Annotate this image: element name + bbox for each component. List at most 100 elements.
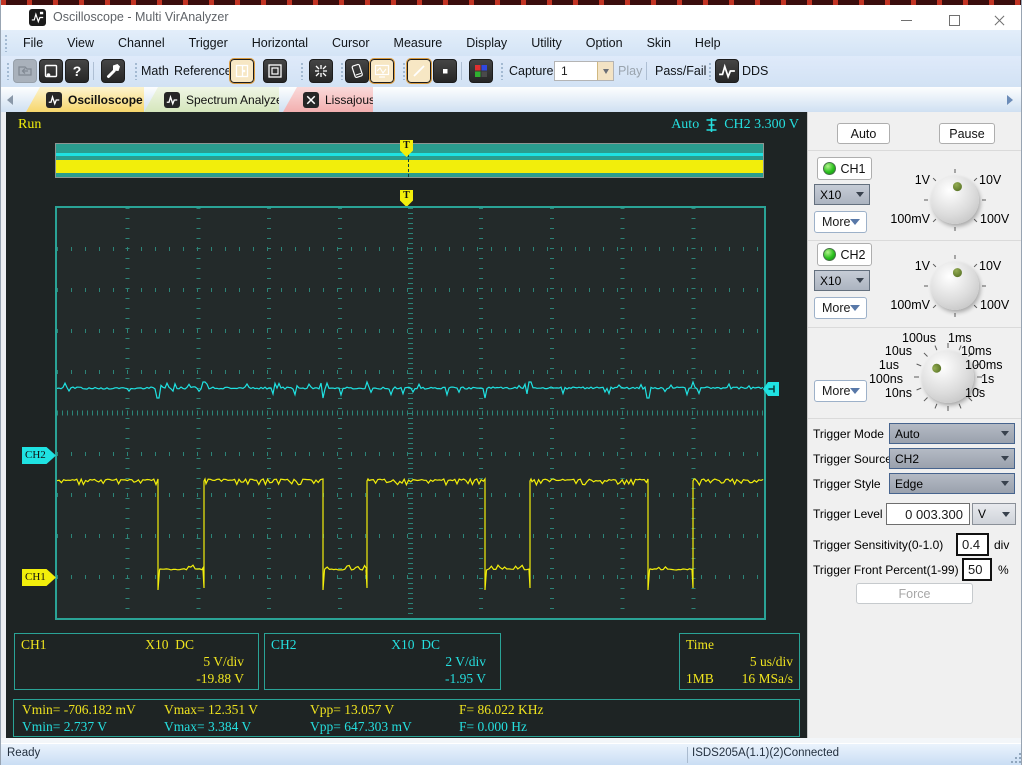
time-label-10ms: 10ms — [961, 344, 992, 358]
ch2-ground-marker[interactable]: CH2 — [22, 447, 56, 464]
menu-cursor[interactable]: Cursor — [320, 30, 382, 56]
toolbar-grip — [4, 34, 8, 52]
menu-display[interactable]: Display — [454, 30, 519, 56]
toolbar: ? Math Reference Capture 1 Play Pass/Fai… — [1, 56, 1021, 87]
ch2-probe: X10 — [391, 637, 415, 652]
reference-button[interactable]: Reference — [174, 56, 232, 87]
tab-oscilloscope[interactable]: Oscilloscope — [26, 87, 144, 112]
tab-lissajous[interactable]: Lissajous — [283, 87, 373, 112]
menu-help[interactable]: Help — [683, 30, 733, 56]
trigger-level-marker[interactable] — [763, 381, 779, 397]
device-icon[interactable] — [345, 59, 369, 83]
pause-button[interactable]: Pause — [939, 123, 995, 144]
app-icon — [29, 9, 46, 26]
auto-button[interactable]: Auto — [837, 123, 890, 144]
divider — [687, 747, 688, 763]
tab-label: Lissajous — [325, 92, 376, 107]
ch1-vmin: Vmin= -706.182 mV — [22, 702, 136, 717]
tab-spectrum-analyzer[interactable]: Spectrum Analyzer — [144, 87, 279, 112]
split-view-icon[interactable] — [229, 58, 255, 84]
toolbar-grip — [6, 62, 10, 80]
palette-icon[interactable] — [469, 59, 493, 83]
ch1-more-button[interactable]: More — [814, 211, 867, 233]
chevron-down-icon[interactable] — [597, 62, 613, 80]
trigger-mode-select[interactable]: Auto — [889, 423, 1015, 444]
menu-option[interactable]: Option — [574, 30, 635, 56]
minimize-button[interactable] — [889, 10, 923, 31]
ch1-enable-button[interactable]: CH1 — [817, 157, 872, 180]
trigger-front-unit: % — [998, 563, 1009, 577]
timebase-more-button[interactable]: More — [814, 380, 867, 402]
run-status: Run — [18, 117, 42, 132]
oscilloscope-icon — [46, 91, 62, 108]
knob-label-100mv: 100mV — [890, 212, 930, 226]
trigger-level-unit-select[interactable]: V — [972, 503, 1016, 525]
ch2-enable-button[interactable]: CH2 — [817, 243, 872, 266]
status-bar: Ready ISDS205A(1.1)(2)Connected — [1, 743, 1021, 765]
tab-scroll-left-icon[interactable] — [7, 95, 13, 105]
menu-view[interactable]: View — [55, 30, 106, 56]
ch1-probe-select[interactable]: X10 — [814, 184, 870, 205]
trigger-front-input[interactable]: 50 — [962, 558, 992, 581]
maximize-button[interactable] — [937, 10, 971, 31]
ch1-led — [823, 162, 837, 175]
menu-channel[interactable]: Channel — [106, 30, 177, 56]
trigger-style-select[interactable]: Edge — [889, 473, 1015, 494]
trigger-level-input[interactable]: 0 003.300 — [886, 503, 970, 525]
menu-measure[interactable]: Measure — [382, 30, 455, 56]
trigger-sensitivity-input[interactable]: 0.4 — [956, 533, 989, 556]
pass-fail-button[interactable]: Pass/Fail — [655, 56, 706, 87]
chevron-down-icon — [856, 278, 864, 283]
ch2-vmin: Vmin= 2.737 V — [22, 719, 107, 734]
ch2-probe-select[interactable]: X10 — [814, 270, 870, 291]
knob-label-100mv: 100mV — [890, 298, 930, 312]
chevron-down-icon — [1001, 456, 1009, 461]
ch1-volts-knob[interactable] — [931, 176, 979, 224]
capture-count-value: 1 — [561, 64, 568, 78]
single-view-icon[interactable] — [263, 59, 287, 83]
toolbar-grip — [340, 62, 344, 80]
force-button[interactable]: Force — [856, 583, 973, 604]
ch2-led — [823, 248, 837, 261]
save-icon[interactable] — [39, 59, 63, 83]
time-label-100ms: 100ms — [965, 358, 1003, 372]
menu-utility[interactable]: Utility — [519, 30, 574, 56]
display-mode-icon[interactable] — [369, 58, 395, 84]
ch2-trace — [57, 380, 764, 399]
resize-grip[interactable] — [1019, 761, 1021, 763]
ch1-ground-marker[interactable]: CH1 — [22, 569, 56, 586]
line-style-icon[interactable] — [406, 58, 432, 84]
capture-count-select[interactable]: 1 — [554, 61, 614, 81]
window-title: Oscilloscope - Multi VirAnalyzer — [53, 10, 229, 24]
trigger-style-label: Trigger Style — [813, 477, 881, 491]
math-button[interactable]: Math — [141, 56, 169, 87]
more-label: More — [822, 384, 851, 398]
tab-scroll-right-icon[interactable] — [1007, 95, 1013, 105]
help-icon[interactable]: ? — [65, 59, 89, 83]
toolbar-grip — [500, 62, 504, 80]
ch2-vpp: Vpp= 647.303 mV — [310, 719, 412, 734]
trigger-source-select[interactable]: CH2 — [889, 448, 1015, 469]
tool-icon[interactable] — [101, 59, 125, 83]
toolbar-grip — [134, 62, 138, 80]
menu-file[interactable]: File — [11, 30, 55, 56]
trigger-position-flag[interactable]: T — [400, 190, 413, 207]
ch2-scale: 2 V/div — [445, 654, 486, 669]
close-button[interactable] — [982, 10, 1016, 31]
ch2-name: CH2 — [271, 637, 297, 652]
fit-screen-icon[interactable] — [309, 59, 333, 83]
ch1-label: CH1 — [840, 161, 866, 176]
dot-style-icon[interactable] — [433, 59, 457, 83]
knob-indicator — [929, 361, 943, 375]
chevron-down-icon — [850, 219, 861, 225]
chevron-down-icon — [1002, 511, 1010, 517]
ch2-more-button[interactable]: More — [814, 297, 867, 319]
menu-trigger[interactable]: Trigger — [177, 30, 240, 56]
time-label-1s: 1s — [981, 372, 995, 386]
ch2-volts-knob[interactable] — [931, 262, 979, 310]
menu-horizontal[interactable]: Horizontal — [240, 30, 320, 56]
dds-button[interactable]: DDS — [742, 56, 768, 87]
menu-skin[interactable]: Skin — [635, 30, 683, 56]
knob-label-1v: 1V — [914, 259, 930, 273]
dds-icon[interactable] — [715, 59, 739, 83]
